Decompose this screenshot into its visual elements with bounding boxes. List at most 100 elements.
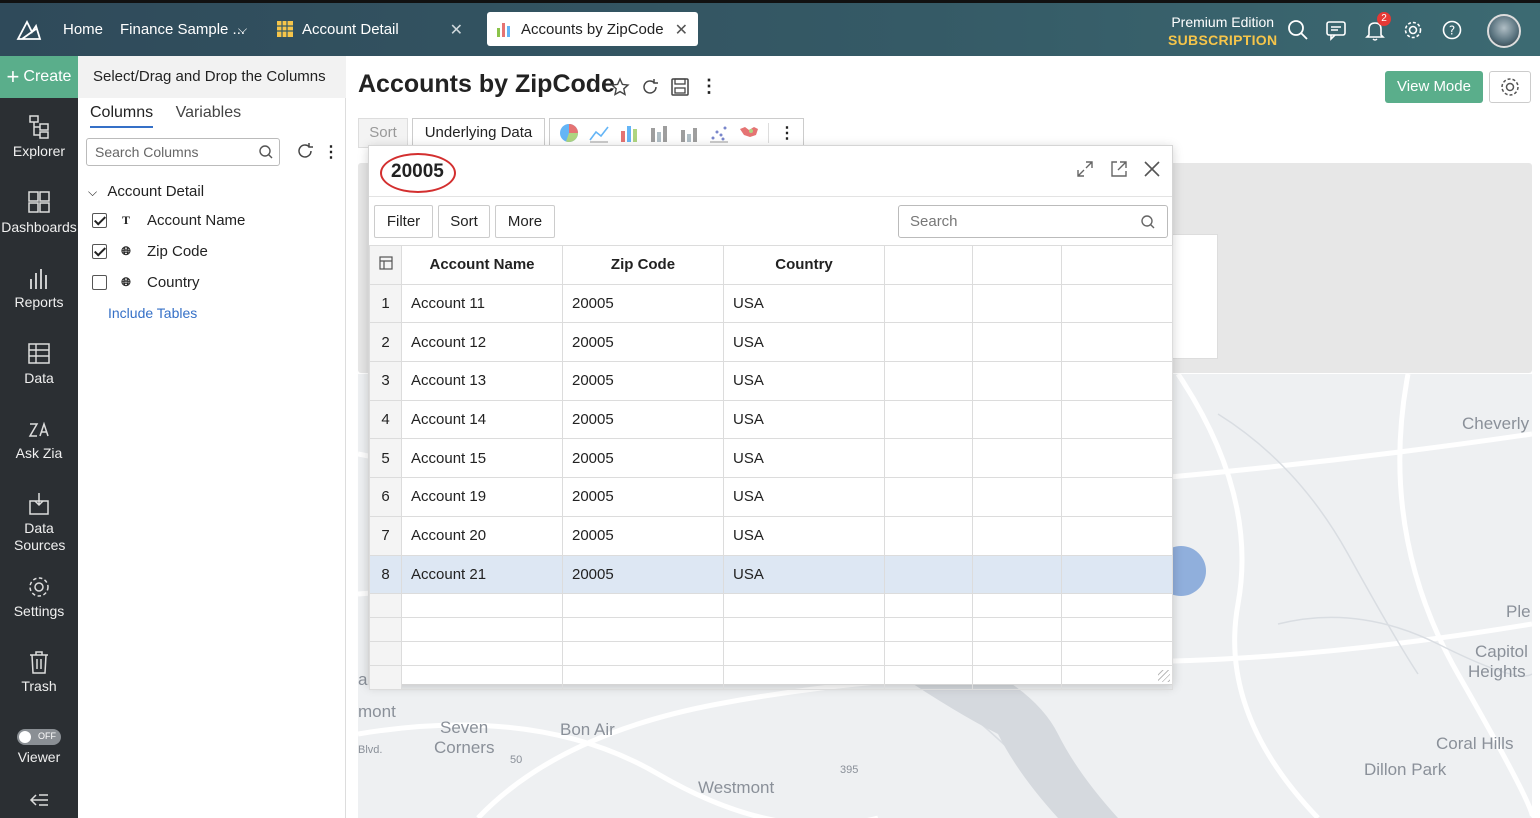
cell-zip-code[interactable]: 20005 <box>562 322 724 363</box>
workspace-selector[interactable]: Finance Sample ... <box>120 21 245 38</box>
cell-account-name[interactable]: Account 14 <box>401 399 563 440</box>
column-item-zip-code[interactable]: 🌐︎ Zip Code <box>92 243 208 260</box>
cell-zip-code[interactable]: 20005 <box>562 477 724 517</box>
column-header-country[interactable]: Country <box>723 245 885 285</box>
report-settings-button[interactable] <box>1489 71 1531 103</box>
bar-chart-icon[interactable] <box>618 122 640 144</box>
stacked-chart-icon[interactable] <box>678 122 700 144</box>
table-row[interactable]: 5 Account 15 20005 USA <box>369 438 1173 479</box>
cell-account-name[interactable]: Account 20 <box>401 515 563 556</box>
column-checkbox[interactable] <box>92 213 107 228</box>
cell-account-name[interactable]: Account 21 <box>401 554 563 595</box>
cell-country[interactable]: USA <box>723 399 885 440</box>
tab-accounts-by-zipcode[interactable]: Accounts by ZipCode ✕ <box>487 12 698 46</box>
sidebar-item-explorer[interactable]: Explorer <box>0 114 78 159</box>
more-button[interactable]: More <box>495 205 555 238</box>
filter-button[interactable]: Filter <box>374 205 433 238</box>
include-tables-link[interactable]: Include Tables <box>108 305 197 321</box>
chat-icon[interactable] <box>1325 19 1347 41</box>
more-options-icon[interactable]: ⋮ <box>768 123 795 143</box>
column-item-account-name[interactable]: T Account Name <box>92 212 245 229</box>
expand-icon[interactable] <box>1076 160 1094 178</box>
avatar[interactable] <box>1487 14 1521 48</box>
sidebar-item-reports[interactable]: Reports <box>0 265 78 310</box>
column-checkbox[interactable] <box>92 275 107 290</box>
cell-country[interactable]: USA <box>723 283 885 324</box>
sidebar-item-viewer[interactable]: OFF Viewer <box>0 729 78 765</box>
column-settings-cell[interactable] <box>369 245 402 285</box>
cell-account-name[interactable]: Account 13 <box>401 361 563 401</box>
save-icon[interactable] <box>670 77 690 97</box>
cell-zip-code[interactable]: 20005 <box>562 554 724 595</box>
sidebar-item-settings[interactable]: Settings <box>0 574 78 619</box>
table-row[interactable]: 6 Account 19 20005 USA <box>369 477 1173 517</box>
close-icon[interactable]: ✕ <box>675 20 688 40</box>
tab-variables[interactable]: Variables <box>176 104 242 126</box>
chevron-down-icon[interactable]: ⌵ <box>238 22 247 37</box>
cell-zip-code[interactable]: 20005 <box>562 515 724 556</box>
cell-country[interactable]: USA <box>723 361 885 401</box>
view-mode-button[interactable]: View Mode <box>1385 71 1483 103</box>
close-icon[interactable]: ✕ <box>450 20 463 40</box>
table-row[interactable]: 7 Account 20 20005 USA <box>369 515 1173 556</box>
cell-country[interactable]: USA <box>723 515 885 556</box>
cell-zip-code[interactable]: 20005 <box>562 399 724 440</box>
cell-zip-code[interactable]: 20005 <box>562 438 724 479</box>
cell-zip-code[interactable]: 20005 <box>562 361 724 401</box>
chevron-down-icon[interactable]: ⌵ <box>88 185 104 200</box>
cell-account-name[interactable]: Account 19 <box>401 477 563 517</box>
more-options-icon[interactable]: ⋮ <box>323 142 339 162</box>
column-checkbox[interactable] <box>92 244 107 259</box>
collapse-sidebar-button[interactable] <box>0 792 78 811</box>
reload-icon[interactable] <box>640 77 660 97</box>
table-row[interactable]: 3 Account 13 20005 USA <box>369 361 1173 401</box>
cell-country[interactable]: USA <box>723 438 885 479</box>
cell-account-name[interactable]: Account 15 <box>401 438 563 479</box>
gear-icon[interactable] <box>1402 19 1424 41</box>
table-row[interactable]: 4 Account 14 20005 USA <box>369 399 1173 440</box>
nav-home[interactable]: Home <box>63 21 103 38</box>
cell-country[interactable]: USA <box>723 554 885 595</box>
cell-zip-code[interactable]: 20005 <box>562 283 724 324</box>
search-input[interactable]: Search <box>898 205 1168 238</box>
tree-group-account-detail[interactable]: ⌵ Account Detail <box>88 183 204 200</box>
more-options-icon[interactable]: ⋮ <box>700 76 718 97</box>
cell-country[interactable]: USA <box>723 322 885 363</box>
help-icon[interactable]: ? <box>1441 19 1463 41</box>
resize-handle[interactable] <box>1158 670 1170 682</box>
close-icon[interactable] <box>1142 159 1162 179</box>
sidebar-item-trash[interactable]: Trash <box>0 649 78 694</box>
star-icon[interactable] <box>610 76 630 97</box>
line-chart-icon[interactable] <box>588 122 610 144</box>
sort-button[interactable]: Sort <box>438 205 490 238</box>
map-chart-icon[interactable] <box>738 122 760 144</box>
column-chart-icon[interactable] <box>648 122 670 144</box>
sidebar-item-data[interactable]: Data <box>0 341 78 386</box>
column-header-zip-code[interactable]: Zip Code <box>562 245 724 285</box>
column-header-account-name[interactable]: Account Name <box>401 245 563 285</box>
cell-account-name[interactable]: Account 11 <box>401 283 563 324</box>
sidebar-item-ask-zia[interactable]: Ask Zia <box>0 416 78 461</box>
table-row[interactable]: 2 Account 12 20005 USA <box>369 322 1173 363</box>
open-new-window-icon[interactable] <box>1109 159 1129 179</box>
scatter-chart-icon[interactable] <box>708 122 730 144</box>
cell-country[interactable]: USA <box>723 477 885 517</box>
table-row-selected[interactable]: 8 Account 21 20005 USA <box>369 554 1173 595</box>
pie-chart-icon[interactable] <box>558 122 580 144</box>
zoho-analytics-logo-icon[interactable] <box>16 18 42 42</box>
underlying-data-button[interactable]: Underlying Data <box>412 118 545 148</box>
viewer-toggle[interactable]: OFF <box>17 729 61 745</box>
search-icon[interactable] <box>1287 19 1309 41</box>
premium-edition-badge[interactable]: Premium Edition SUBSCRIPTION <box>1168 13 1277 49</box>
tab-columns[interactable]: Columns <box>90 104 154 128</box>
tab-account-detail[interactable]: Account Detail ✕ <box>268 12 473 46</box>
cell-account-name[interactable]: Account 12 <box>401 322 563 363</box>
sort-button[interactable]: Sort <box>358 118 408 148</box>
search-columns-input[interactable]: Search Columns <box>86 138 280 166</box>
sidebar-item-data-sources[interactable]: Data Sources <box>0 491 78 554</box>
refresh-icon[interactable] <box>296 142 314 160</box>
column-item-country[interactable]: 🌐︎ Country <box>92 274 200 291</box>
sidebar-item-dashboards[interactable]: Dashboards <box>0 190 78 235</box>
table-row[interactable]: 1 Account 11 20005 USA <box>369 283 1173 324</box>
create-button[interactable]: + Create <box>0 56 78 98</box>
